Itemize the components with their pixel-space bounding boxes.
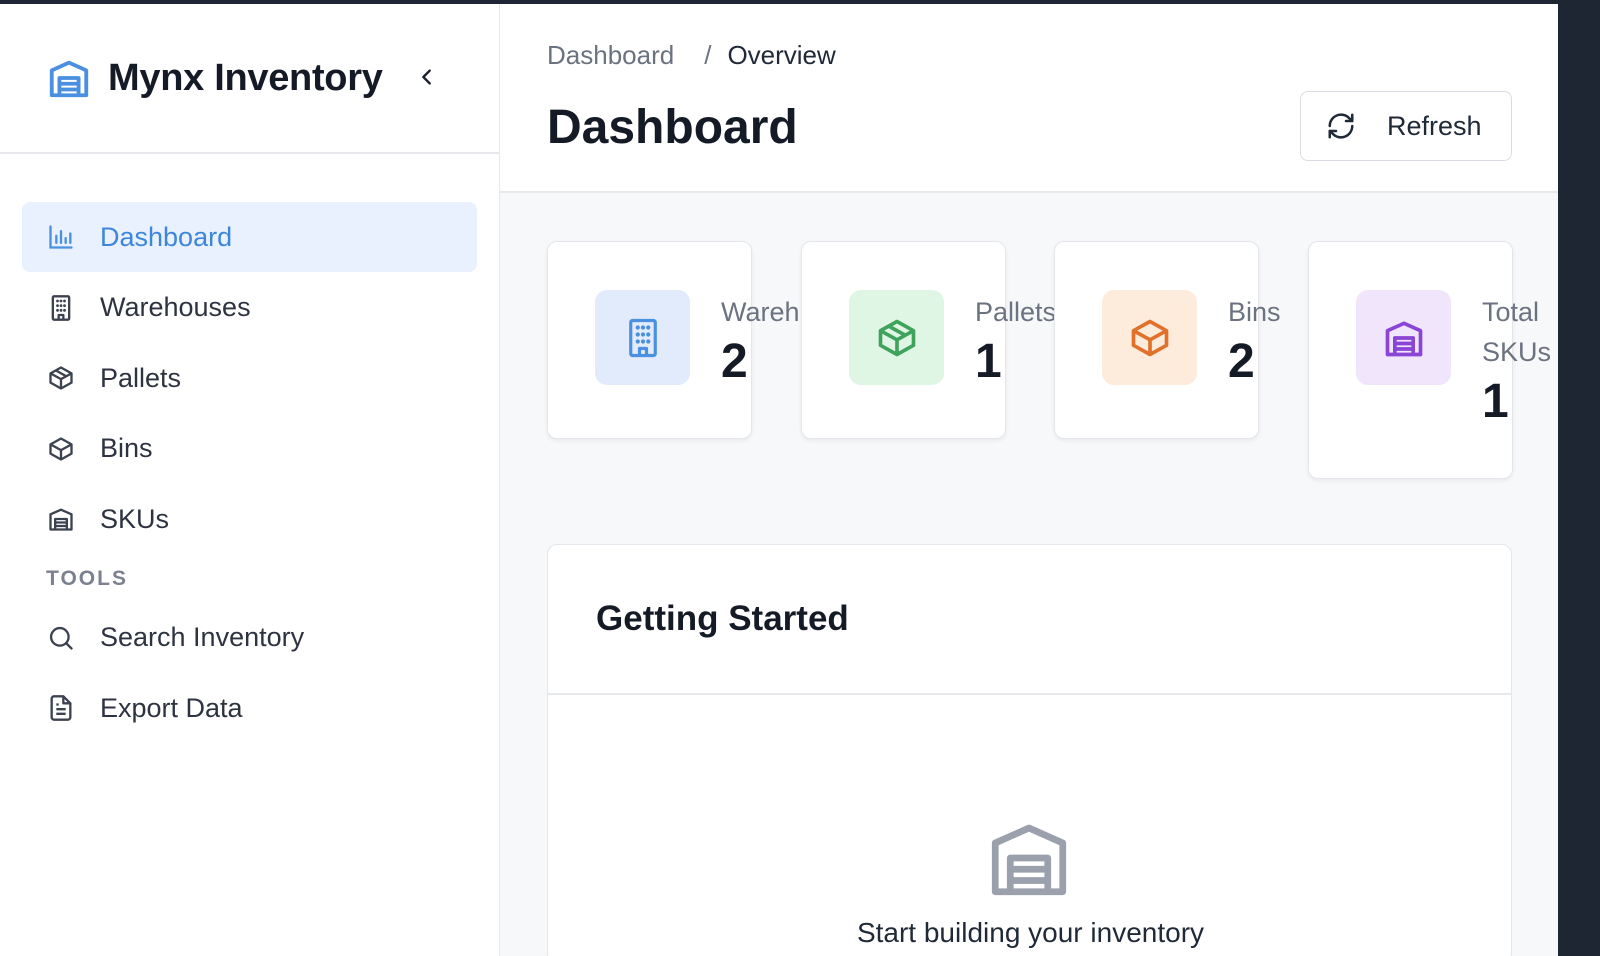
sidebar-item-dashboard[interactable]: Dashboard <box>22 202 477 272</box>
sidebar-item-label: Pallets <box>100 362 182 393</box>
window-edge <box>1558 0 1600 956</box>
sidebar-item-label: Bins <box>100 433 153 463</box>
package-icon <box>849 290 944 385</box>
chevron-left-icon[interactable] <box>412 62 442 92</box>
stat-card-bins[interactable]: Bins 2 <box>1054 241 1281 439</box>
stats-area: Wareh 2 Pallets 1 Bins 2 Total SKUs 1 <box>500 4 1558 604</box>
stat-label-line1: Total <box>1482 297 1540 327</box>
sidebar: Mynx Inventory Dashboard Warehouses Pall… <box>0 4 500 956</box>
sidebar-item-label: SKUs <box>100 503 170 534</box>
sidebar-item-label: Search Inventory <box>100 622 305 652</box>
stat-value: 2 <box>1228 335 1255 388</box>
package-icon <box>46 363 76 393</box>
building-icon <box>46 293 76 323</box>
getting-started-card: Getting Started Start building your inve… <box>547 544 1512 956</box>
search-icon <box>46 623 76 653</box>
card-title: Getting Started <box>548 545 1511 695</box>
sidebar-nav: Dashboard Warehouses Pallets Bins SKUs T… <box>0 154 499 743</box>
stats-row: Wareh 2 Pallets 1 Bins 2 Total SKUs 1 <box>547 241 1551 501</box>
warehouse-icon <box>46 504 76 534</box>
sidebar-item-label: Dashboard <box>100 221 233 252</box>
sidebar-item-warehouses[interactable]: Warehouses <box>22 273 477 343</box>
stat-card-warehouses[interactable]: Wareh 2 <box>547 241 800 439</box>
sidebar-item-search-inventory[interactable]: Search Inventory <box>22 603 477 673</box>
stat-label: Wareh <box>721 297 800 327</box>
stat-label-line2: SKUs <box>1482 337 1552 367</box>
main-content: Dashboard / Overview Dashboard Refresh W… <box>500 4 1558 956</box>
building-icon <box>595 290 690 385</box>
empty-state-text: Start building your inventory <box>856 917 1205 948</box>
box-icon <box>46 434 76 464</box>
sidebar-item-export-data[interactable]: Export Data <box>22 673 477 743</box>
sidebar-item-label: Warehouses <box>100 292 251 322</box>
sidebar-item-label: Export Data <box>100 692 243 723</box>
section-label-tools: TOOLS <box>46 566 128 590</box>
sidebar-item-skus[interactable]: SKUs <box>22 484 477 554</box>
sidebar-item-pallets[interactable]: Pallets <box>22 343 477 413</box>
stat-label: Pallets <box>975 297 1057 327</box>
app-window: Mynx Inventory Dashboard Warehouses Pall… <box>0 4 1558 956</box>
stat-value: 2 <box>721 335 748 388</box>
stat-card-pallets[interactable]: Pallets 1 <box>801 241 1056 439</box>
brand-header: Mynx Inventory <box>0 4 499 154</box>
bar-chart-icon <box>46 222 76 252</box>
stat-label: Total SKUs <box>1482 292 1551 372</box>
stat-value: 1 <box>975 335 1002 388</box>
file-text-icon <box>46 693 76 723</box>
stat-card-total-skus[interactable]: Total SKUs 1 <box>1308 241 1551 479</box>
box-icon <box>1102 290 1197 385</box>
warehouse-icon <box>46 55 92 101</box>
stat-label: Bins <box>1228 297 1281 327</box>
warehouse-icon <box>1356 290 1451 385</box>
stat-value: 1 <box>1482 375 1509 428</box>
app-name: Mynx Inventory <box>108 56 383 99</box>
sidebar-item-bins[interactable]: Bins <box>22 414 477 484</box>
warehouse-icon <box>984 813 1074 903</box>
